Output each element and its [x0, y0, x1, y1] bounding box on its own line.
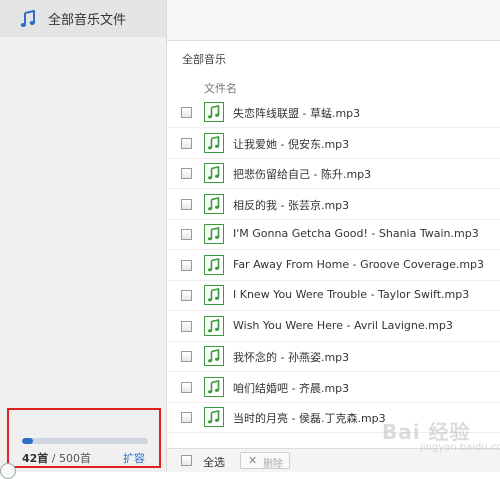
music-file-icon	[204, 163, 224, 183]
file-name[interactable]: Far Away From Home - Groove Coverage.mp3	[233, 258, 484, 271]
sidebar-item-all-music[interactable]: 全部音乐文件	[0, 0, 166, 37]
file-name[interactable]: 相反的我 - 张芸京.mp3	[233, 197, 349, 213]
file-name[interactable]: 失恋阵线联盟 - 草蜢.mp3	[233, 105, 360, 121]
watermark-logo: Bai 经验	[382, 420, 471, 444]
file-checkbox[interactable]	[181, 321, 192, 332]
top-toolbar	[167, 0, 500, 41]
file-row[interactable]: Wish You Were Here - Avril Lavigne.mp3	[167, 312, 500, 342]
select-all-checkbox[interactable]	[181, 455, 192, 466]
music-file-icon	[204, 407, 224, 427]
music-file-icon	[204, 316, 224, 336]
quota-total: 500首	[59, 452, 92, 465]
select-all-label[interactable]: 全选	[203, 454, 225, 470]
quota-progress-fill	[22, 438, 33, 444]
file-checkbox[interactable]	[181, 168, 192, 179]
file-checkbox[interactable]	[181, 351, 192, 362]
watermark-url: jingyan.baidu.com	[420, 442, 500, 453]
expand-capacity-link[interactable]: 扩容	[123, 450, 145, 466]
file-name[interactable]: I'M Gonna Getcha Good! - Shania Twain.mp…	[233, 227, 479, 240]
quota-separator: /	[48, 452, 60, 465]
file-row[interactable]: I Knew You Were Trouble - Taylor Swift.m…	[167, 281, 500, 311]
file-row[interactable]: Far Away From Home - Groove Coverage.mp3	[167, 251, 500, 281]
file-name[interactable]: 咱们结婚吧 - 齐晨.mp3	[233, 380, 349, 396]
delete-button-label: 删除	[263, 459, 283, 470]
file-checkbox[interactable]	[181, 138, 192, 149]
music-file-icon	[204, 255, 224, 275]
quota-count: 42首 / 500首	[22, 450, 91, 466]
music-file-icon	[204, 346, 224, 366]
storage-quota-panel: 42首 / 500首 扩容	[7, 408, 161, 468]
file-checkbox[interactable]	[181, 412, 192, 423]
music-file-icon	[204, 102, 224, 122]
file-checkbox[interactable]	[181, 199, 192, 210]
file-row[interactable]: I'M Gonna Getcha Good! - Shania Twain.mp…	[167, 220, 500, 250]
file-row[interactable]: 失恋阵线联盟 - 草蜢.mp3	[167, 98, 500, 128]
file-name[interactable]: Wish You Were Here - Avril Lavigne.mp3	[233, 319, 453, 332]
file-row[interactable]: 把悲伤留给自己 - 陈升.mp3	[167, 159, 500, 189]
music-file-icon	[204, 133, 224, 153]
file-checkbox[interactable]	[181, 260, 192, 271]
music-file-icon	[204, 224, 224, 244]
music-note-icon	[20, 9, 36, 28]
file-checkbox[interactable]	[181, 382, 192, 393]
quota-progress-bar	[22, 438, 148, 444]
file-row[interactable]: 咱们结婚吧 - 齐晨.mp3	[167, 373, 500, 403]
sidebar: 全部音乐文件 42首 / 500首 扩容	[0, 0, 167, 479]
file-row[interactable]: 我怀念的 - 孙燕姿.mp3	[167, 342, 500, 372]
file-name[interactable]: 当时的月亮 - 侯磊.丁克森.mp3	[233, 410, 386, 426]
file-checkbox[interactable]	[181, 229, 192, 240]
close-icon: ✕	[248, 454, 258, 467]
music-file-icon	[204, 285, 224, 305]
file-list: 失恋阵线联盟 - 草蜢.mp3 让我爱她 - 倪安东.mp3 把悲伤留给自己 - 陈…	[167, 98, 500, 443]
file-row[interactable]: 让我爱她 - 倪安东.mp3	[167, 129, 500, 159]
sidebar-item-label: 全部音乐文件	[48, 13, 127, 28]
delete-button[interactable]: ✕ 删除	[240, 452, 290, 470]
column-header-filename[interactable]: 文件名	[204, 80, 237, 96]
settings-circle-icon[interactable]	[0, 463, 16, 479]
file-name[interactable]: 我怀念的 - 孙燕姿.mp3	[233, 349, 349, 365]
section-title: 全部音乐	[182, 53, 226, 66]
music-file-icon	[204, 194, 224, 214]
quota-used: 42首	[22, 452, 49, 465]
file-row[interactable]: 相反的我 - 张芸京.mp3	[167, 190, 500, 220]
file-name[interactable]: 让我爱她 - 倪安东.mp3	[233, 136, 349, 152]
file-name[interactable]: 把悲伤留给自己 - 陈升.mp3	[233, 166, 371, 182]
file-checkbox[interactable]	[181, 290, 192, 301]
file-checkbox[interactable]	[181, 107, 192, 118]
music-file-icon	[204, 377, 224, 397]
file-name[interactable]: I Knew You Were Trouble - Taylor Swift.m…	[233, 288, 469, 301]
